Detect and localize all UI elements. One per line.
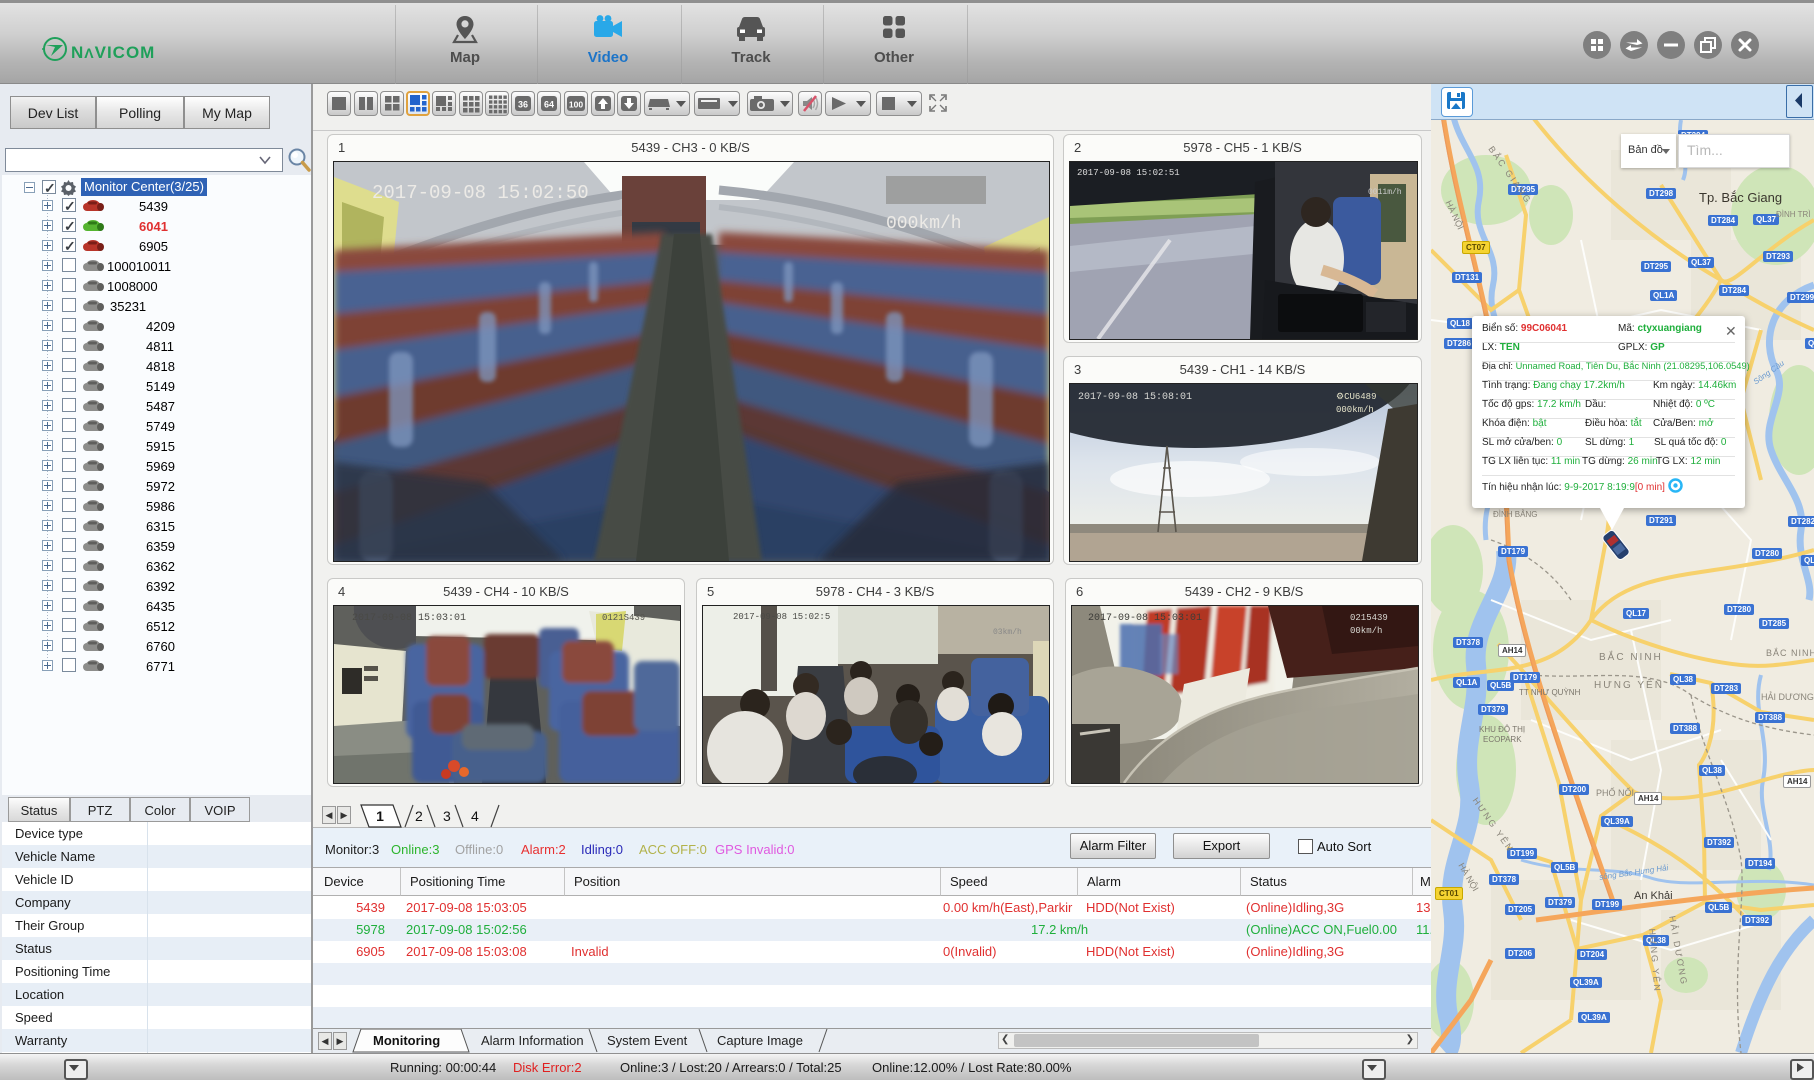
svg-text:000km/h: 000km/h bbox=[886, 214, 962, 234]
svg-text:4: 4 bbox=[471, 808, 479, 824]
svg-text:2: 2 bbox=[415, 808, 423, 824]
svg-text:2017-09-08 15:02:50: 2017-09-08 15:02:50 bbox=[372, 182, 589, 204]
svg-text:3: 3 bbox=[443, 808, 451, 824]
svg-text:2017-09-08 15:02:51: 2017-09-08 15:02:51 bbox=[1077, 168, 1180, 178]
svg-text:03km/h: 03km/h bbox=[993, 628, 1022, 637]
svg-text:00km/h: 00km/h bbox=[1350, 626, 1382, 636]
svg-text:000km/h: 000km/h bbox=[1336, 405, 1374, 415]
svg-text:2017-09-08 15:03:01: 2017-09-08 15:03:01 bbox=[352, 613, 466, 624]
svg-text:Alarm Information: Alarm Information bbox=[481, 1033, 584, 1048]
svg-text:0011m/h: 0011m/h bbox=[1368, 188, 1402, 197]
svg-text:100: 100 bbox=[569, 100, 583, 110]
svg-text:Monitoring: Monitoring bbox=[373, 1033, 440, 1048]
svg-text:2017-09-08 15:03:01: 2017-09-08 15:03:01 bbox=[1088, 613, 1202, 624]
svg-text:1: 1 bbox=[376, 808, 384, 824]
svg-text:2017-09-08 15:08:01: 2017-09-08 15:08:01 bbox=[1078, 392, 1192, 403]
svg-text:0121S439: 0121S439 bbox=[602, 613, 645, 623]
svg-text:0215439: 0215439 bbox=[1350, 613, 1388, 623]
svg-text:64: 64 bbox=[544, 100, 554, 110]
svg-text:2017-09-08 15:02:5: 2017-09-08 15:02:5 bbox=[733, 612, 830, 622]
svg-text:⚙CU6489: ⚙CU6489 bbox=[1336, 392, 1376, 402]
svg-text:System Event: System Event bbox=[607, 1033, 688, 1048]
svg-text:Capture Image: Capture Image bbox=[717, 1033, 803, 1048]
svg-text:36: 36 bbox=[518, 100, 528, 110]
